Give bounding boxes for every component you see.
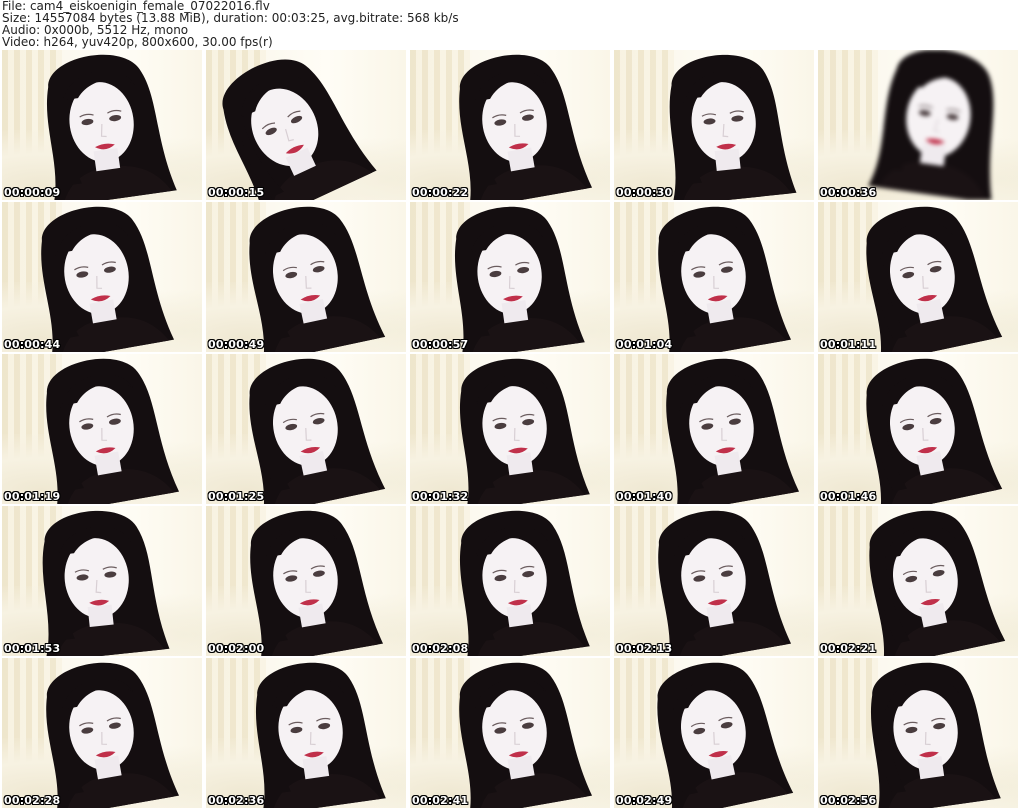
video-thumbnail: 00:01:11 bbox=[818, 202, 1018, 352]
thumbnail-timestamp: 00:00:22 bbox=[412, 186, 469, 199]
thumbnail-timestamp: 00:02:00 bbox=[208, 642, 265, 655]
person-figure bbox=[410, 658, 610, 808]
person-figure bbox=[206, 658, 406, 808]
thumbnail-timestamp: 00:00:30 bbox=[616, 186, 673, 199]
thumbnail-timestamp: 00:00:44 bbox=[4, 338, 61, 351]
thumbnail-timestamp: 00:00:49 bbox=[208, 338, 265, 351]
thumbnail-grid: 00:00:09 00:00:15 00:00:22 00:00:30 00:0… bbox=[2, 50, 1018, 808]
video-thumbnail: 00:02:13 bbox=[614, 506, 814, 656]
video-thumbnail: 00:00:57 bbox=[410, 202, 610, 352]
video-thumbnail: 00:01:40 bbox=[614, 354, 814, 504]
person-figure bbox=[2, 354, 202, 504]
video-thumbnail: 00:02:28 bbox=[2, 658, 202, 808]
thumbnail-timestamp: 00:00:36 bbox=[820, 186, 877, 199]
thumbnail-timestamp: 00:01:25 bbox=[208, 490, 265, 503]
person-figure bbox=[614, 202, 814, 352]
video-thumbnail: 00:00:15 bbox=[206, 50, 406, 200]
person-figure bbox=[2, 658, 202, 808]
video-thumbnail: 00:00:44 bbox=[2, 202, 202, 352]
person-figure bbox=[206, 50, 406, 200]
thumbnail-timestamp: 00:02:41 bbox=[412, 794, 469, 807]
thumbnail-timestamp: 00:01:32 bbox=[412, 490, 469, 503]
video-thumbnail: 00:01:46 bbox=[818, 354, 1018, 504]
person-figure bbox=[818, 658, 1018, 808]
person-figure bbox=[410, 202, 610, 352]
video-thumbnail: 00:02:21 bbox=[818, 506, 1018, 656]
thumbnail-timestamp: 00:02:08 bbox=[412, 642, 469, 655]
person-figure bbox=[2, 202, 202, 352]
video-thumbnail: 00:00:09 bbox=[2, 50, 202, 200]
person-figure bbox=[206, 506, 406, 656]
person-figure bbox=[206, 354, 406, 504]
video-thumbnail: 00:00:30 bbox=[614, 50, 814, 200]
thumbnail-timestamp: 00:01:53 bbox=[4, 642, 61, 655]
video-thumbnail: 00:02:49 bbox=[614, 658, 814, 808]
file-info-header: File: cam4_eiskoenigin_female_07022016.f… bbox=[2, 0, 1022, 48]
person-figure bbox=[818, 354, 1018, 504]
video-thumbnail: 00:01:19 bbox=[2, 354, 202, 504]
person-figure bbox=[410, 50, 610, 200]
person-figure bbox=[614, 50, 814, 200]
thumbnail-timestamp: 00:00:15 bbox=[208, 186, 265, 199]
person-figure bbox=[818, 506, 1018, 656]
person-figure bbox=[410, 506, 610, 656]
thumbnail-timestamp: 00:01:11 bbox=[820, 338, 877, 351]
video-thumbnail: 00:02:08 bbox=[410, 506, 610, 656]
thumbnail-timestamp: 00:01:04 bbox=[616, 338, 673, 351]
thumbnail-timestamp: 00:01:40 bbox=[616, 490, 673, 503]
video-thumbnail: 00:02:56 bbox=[818, 658, 1018, 808]
video-thumbnail: 00:02:00 bbox=[206, 506, 406, 656]
video-thumbnail: 00:00:36 bbox=[818, 50, 1018, 200]
video-thumbnail: 00:02:41 bbox=[410, 658, 610, 808]
thumbnail-timestamp: 00:01:46 bbox=[820, 490, 877, 503]
person-figure bbox=[206, 202, 406, 352]
video-thumbnail: 00:01:32 bbox=[410, 354, 610, 504]
person-figure bbox=[614, 506, 814, 656]
video-thumbnail: 00:00:22 bbox=[410, 50, 610, 200]
video-thumbnail: 00:01:25 bbox=[206, 354, 406, 504]
thumbnail-timestamp: 00:01:19 bbox=[4, 490, 61, 503]
video-thumbnail: 00:01:04 bbox=[614, 202, 814, 352]
thumbnail-timestamp: 00:02:36 bbox=[208, 794, 265, 807]
person-figure bbox=[2, 50, 202, 200]
thumbnail-timestamp: 00:00:09 bbox=[4, 186, 61, 199]
person-figure bbox=[410, 354, 610, 504]
person-figure bbox=[818, 50, 1018, 200]
thumbnail-timestamp: 00:02:13 bbox=[616, 642, 673, 655]
video-thumbnail: 00:02:36 bbox=[206, 658, 406, 808]
person-figure bbox=[818, 202, 1018, 352]
person-figure bbox=[614, 658, 814, 808]
thumbnail-timestamp: 00:02:49 bbox=[616, 794, 673, 807]
video-thumbnail: 00:00:49 bbox=[206, 202, 406, 352]
person-figure bbox=[2, 506, 202, 656]
video-info-line: Video: h264, yuv420p, 800x600, 30.00 fps… bbox=[2, 35, 273, 49]
thumbnail-timestamp: 00:02:21 bbox=[820, 642, 877, 655]
thumbnail-timestamp: 00:02:56 bbox=[820, 794, 877, 807]
video-thumbnail: 00:01:53 bbox=[2, 506, 202, 656]
thumbnail-timestamp: 00:00:57 bbox=[412, 338, 469, 351]
thumbnail-timestamp: 00:02:28 bbox=[4, 794, 61, 807]
person-figure bbox=[614, 354, 814, 504]
